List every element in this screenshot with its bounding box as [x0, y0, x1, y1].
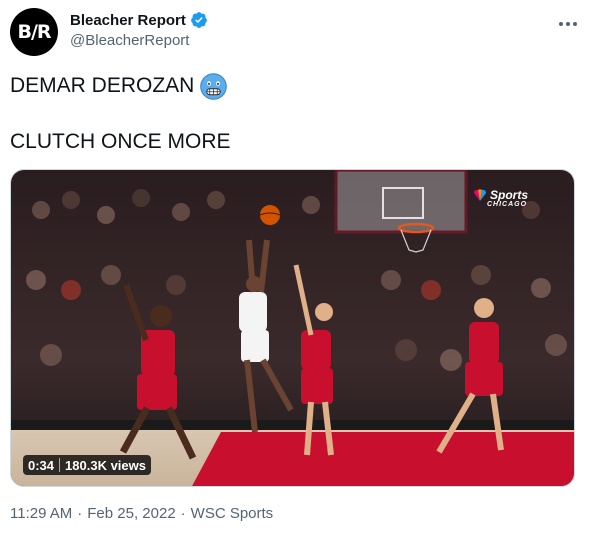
author-display-name[interactable]: Bleacher Report [70, 12, 186, 29]
video-player[interactable]: Sports CHICAGO 0:34 180.3K views [10, 169, 575, 487]
tweet-date[interactable]: Feb 25, 2022 [87, 505, 175, 522]
tweet-metadata: 11:29 AM · Feb 25, 2022 · WSC Sports [10, 505, 273, 522]
badge-divider [59, 458, 61, 472]
video-duration: 0:34 [28, 457, 55, 473]
name-row: Bleacher Report [70, 11, 208, 29]
meta-separator: · [77, 505, 83, 522]
broadcaster-name: Sports [490, 188, 529, 202]
tweet-headline: DEMAR DEROZAN [10, 74, 195, 97]
more-horizontal-icon[interactable] [553, 14, 583, 34]
author-avatar[interactable]: B/R [10, 8, 58, 56]
cold-face-emoji-icon [200, 72, 228, 100]
meta-separator: · [180, 505, 186, 522]
video-thumbnail [11, 170, 574, 486]
video-stats-badge: 0:34 180.3K views [23, 455, 151, 475]
video-views: 180.3K views [65, 457, 146, 473]
author-info: Bleacher Report @BleacherReport [70, 11, 208, 49]
tweet-line-2: CLUTCH ONCE MORE [10, 128, 580, 156]
tweet-line-1: DEMAR DEROZAN [10, 72, 580, 100]
line-spacer [10, 100, 580, 128]
tweet-text: DEMAR DEROZAN CLUTCH ONCE MORE [10, 72, 580, 156]
broadcaster-city: CHICAGO [487, 201, 528, 208]
tweet-header: B/R Bleacher Report @BleacherReport [10, 8, 583, 56]
peacock-icon [473, 189, 487, 201]
tweet-subline: CLUTCH ONCE MORE [10, 130, 231, 153]
tweet-source[interactable]: WSC Sports [191, 505, 274, 522]
author-handle[interactable]: @BleacherReport [70, 32, 208, 49]
tweet-time[interactable]: 11:29 AM [10, 505, 72, 522]
broadcaster-logo: Sports CHICAGO [473, 188, 529, 208]
verified-badge-icon [190, 11, 208, 29]
